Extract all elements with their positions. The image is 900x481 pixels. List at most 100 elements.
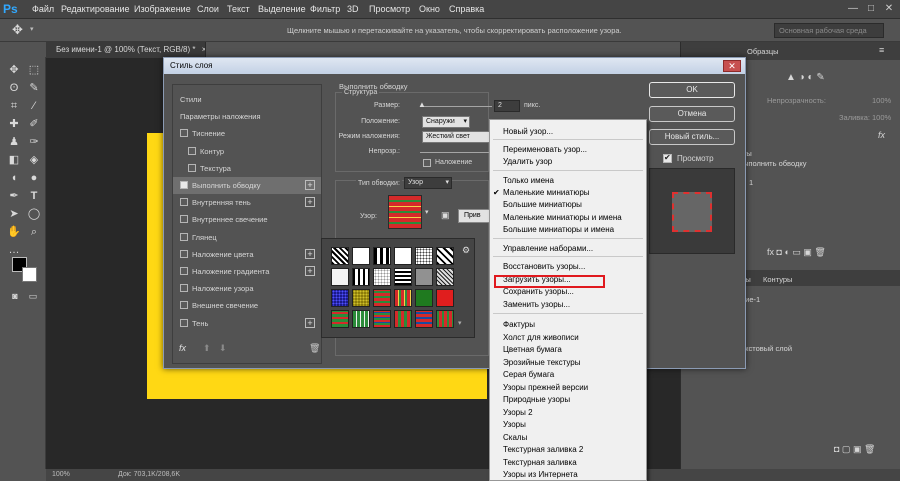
size-input[interactable]: 2	[494, 100, 520, 112]
style-checkbox[interactable]	[188, 146, 196, 155]
panel-menu-icon[interactable]: ≡	[879, 45, 884, 55]
eyedropper-icon[interactable]: ⁄	[27, 99, 41, 113]
lasso-icon[interactable]: ʘ	[7, 81, 21, 95]
pattern-swatch[interactable]	[331, 247, 349, 265]
pattern-swatch[interactable]	[352, 310, 370, 328]
style-row[interactable]: Внешнее свечение	[173, 297, 321, 314]
screen-mode-icon[interactable]: ▭	[26, 289, 40, 303]
chevron-down-icon[interactable]: ▾	[458, 319, 462, 327]
style-row[interactable]: Выполнить обводку +	[173, 177, 321, 194]
menu-help[interactable]: Справка	[449, 4, 484, 15]
tab-contours[interactable]: Контуры	[763, 275, 792, 284]
style-row[interactable]: Текстура	[173, 160, 321, 177]
menu-item[interactable]: Управление наборами...	[503, 244, 593, 254]
style-row[interactable]: Контур	[173, 143, 321, 160]
add-style-icon[interactable]: +	[305, 317, 315, 328]
menu-file[interactable]: Файл	[32, 4, 54, 15]
menu-item[interactable]: Фактуры	[503, 320, 535, 330]
pattern-preview[interactable]	[388, 195, 422, 229]
style-checkbox[interactable]	[180, 129, 188, 138]
ok-button[interactable]: OK	[649, 82, 735, 98]
menu-item[interactable]: Узоры 2	[503, 408, 533, 418]
panel-bottom-icons[interactable]: fx ◘ ◐ ▭ ▣ 🗑	[767, 247, 826, 258]
menu-item[interactable]: Природные узоры	[503, 395, 570, 405]
menu-item[interactable]: Заменить узоры...	[503, 300, 570, 310]
menu-item[interactable]: Скалы	[503, 433, 527, 443]
zoom-icon[interactable]: ⌕	[27, 225, 41, 239]
move-up-icon[interactable]: ⬆	[203, 343, 211, 354]
style-checkbox[interactable]	[180, 301, 188, 310]
pattern-swatch[interactable]	[436, 268, 454, 286]
menu-item[interactable]: Новый узор...	[503, 127, 553, 137]
menu-image[interactable]: Изображение	[134, 4, 191, 15]
menu-item[interactable]: Маленькие миниатюры и имена	[503, 213, 622, 223]
chevron-down-icon[interactable]: ▾	[30, 25, 34, 33]
trash-icon[interactable]: 🗑	[309, 343, 320, 354]
dialog-titlebar[interactable]: Стиль слоя ✕	[164, 58, 745, 74]
new-style-button[interactable]: Новый стиль...	[649, 129, 735, 145]
eraser-icon[interactable]: ◧	[7, 153, 21, 167]
pattern-swatch[interactable]	[394, 268, 412, 286]
style-checkbox[interactable]	[180, 284, 188, 293]
menu-item[interactable]: Холст для живописи	[503, 333, 579, 343]
fx-menu-icon[interactable]: fx	[179, 343, 186, 353]
tab-swatches[interactable]: Образцы	[747, 47, 779, 56]
position-select[interactable]: Снаружи ▾	[422, 116, 470, 128]
style-checkbox[interactable]	[180, 232, 188, 241]
size-slider-thumb[interactable]: ▲	[418, 100, 426, 109]
menu-item[interactable]: Сохранить узоры...	[503, 287, 574, 297]
more-tools-icon[interactable]: …	[7, 243, 21, 257]
move-tool-icon[interactable]: ✥	[12, 22, 23, 38]
pattern-swatch[interactable]	[394, 289, 412, 307]
dodge-icon[interactable]: ●	[27, 171, 41, 185]
dialog-close-icon[interactable]: ✕	[723, 60, 741, 72]
menu-item[interactable]: Текстурная заливка 2	[503, 445, 583, 455]
pen-icon[interactable]: ✒	[7, 189, 21, 203]
quick-select-icon[interactable]: ✎	[27, 81, 41, 95]
menu-item[interactable]: Большие миниатюры и имена	[503, 225, 614, 235]
tab-close-icon[interactable]: ×	[202, 45, 205, 54]
menu-item[interactable]: Переименовать узор...	[503, 145, 587, 155]
menu-window[interactable]: Окно	[419, 4, 440, 15]
style-row[interactable]: Стили	[173, 91, 321, 108]
pattern-swatch[interactable]	[352, 247, 370, 265]
adjust-icon[interactable]: ▲ ◑ ◐ ✎	[786, 72, 825, 83]
pattern-swatch[interactable]	[394, 247, 412, 265]
pattern-swatch[interactable]	[373, 247, 391, 265]
blur-icon[interactable]: ◖	[7, 171, 21, 185]
path-select-icon[interactable]: ➤	[7, 207, 21, 221]
menu-view[interactable]: Просмотр	[369, 4, 410, 15]
pattern-swatch[interactable]	[436, 247, 454, 265]
style-checkbox[interactable]	[180, 249, 188, 258]
pattern-swatch[interactable]	[436, 289, 454, 307]
menu-item[interactable]: Текстурная заливка	[503, 458, 577, 468]
menu-item[interactable]: Восстановить узоры...	[503, 262, 585, 272]
chevron-down-icon[interactable]: ▾	[425, 208, 429, 216]
pattern-swatch[interactable]	[352, 289, 370, 307]
pattern-swatch[interactable]	[373, 289, 391, 307]
pattern-swatch[interactable]	[436, 310, 454, 328]
style-row[interactable]: Глянец	[173, 229, 321, 246]
size-slider[interactable]	[420, 106, 492, 107]
menu-item[interactable]: Узоры	[503, 420, 526, 430]
style-row[interactable]: Внутренняя тень +	[173, 194, 321, 211]
menu-item[interactable]: Большие миниатюры	[503, 200, 582, 210]
pattern-swatch[interactable]	[394, 310, 412, 328]
style-checkbox[interactable]	[180, 318, 188, 327]
style-checkbox[interactable]	[180, 215, 188, 224]
pattern-swatch[interactable]	[373, 310, 391, 328]
style-row[interactable]: Тень +	[173, 315, 321, 332]
pattern-swatch[interactable]	[352, 268, 370, 286]
menu-select[interactable]: Выделение	[258, 4, 306, 15]
stamp-icon[interactable]: ♟	[7, 135, 21, 149]
pattern-swatch[interactable]	[373, 268, 391, 286]
ellipse-icon[interactable]: ◯	[27, 207, 41, 221]
add-style-icon[interactable]: +	[305, 266, 315, 276]
layer-name-2[interactable]: екстовый слой	[741, 344, 792, 353]
settings-gear-icon[interactable]: ⚙	[462, 245, 470, 256]
background-color-swatch[interactable]	[22, 267, 37, 282]
pattern-swatch[interactable]	[331, 268, 349, 286]
menu-item[interactable]: Узоры из Интернета	[503, 470, 578, 480]
style-checkbox[interactable]	[180, 267, 188, 275]
fill-value[interactable]: 100%	[872, 113, 891, 122]
